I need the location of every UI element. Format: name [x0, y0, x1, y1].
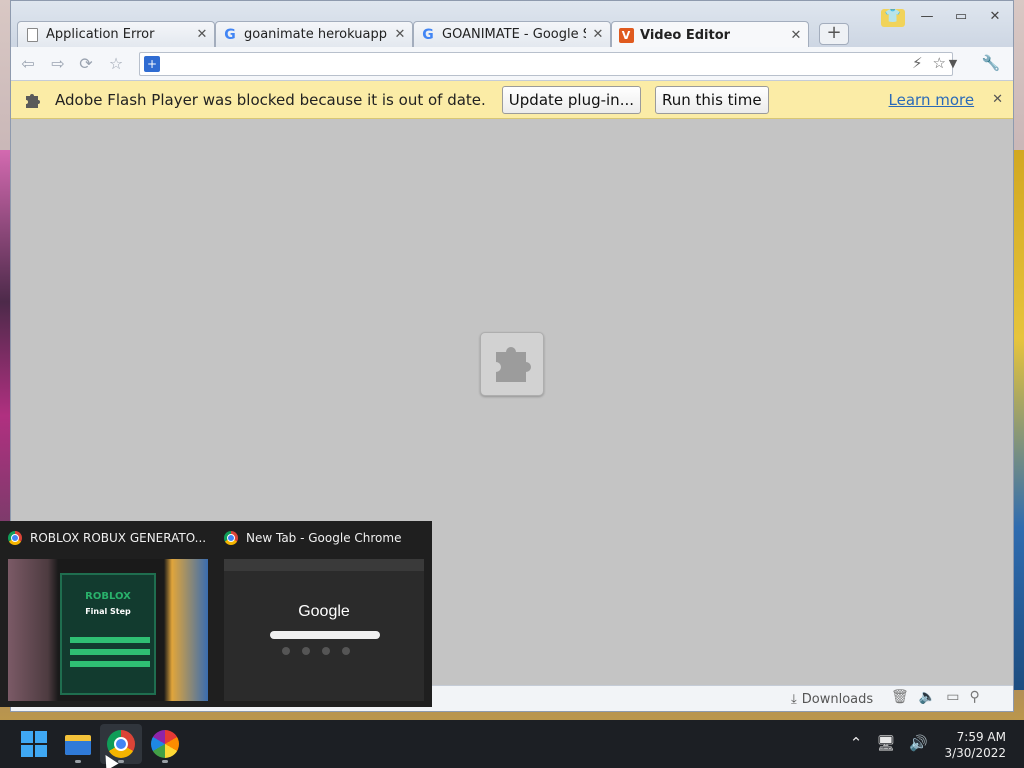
puzzle-piece-icon	[488, 338, 536, 390]
system-tray: ⌃ 🖥 🔊	[850, 734, 928, 752]
tab-title: GOANIMATE - Google Sea	[442, 27, 586, 42]
tab-strip: Application Error ✕ G goanimate herokuap…	[11, 1, 1013, 48]
running-indicator	[162, 760, 168, 763]
tab-title: Video Editor	[640, 27, 731, 43]
network-icon[interactable]: 🖥	[876, 734, 895, 752]
tab-title: Application Error	[46, 27, 155, 42]
navigation-toolbar: ⇦ ⇨ ⟳ ☆ + ⚡ ☆ ▼ 🔧	[11, 47, 1013, 81]
address-bar[interactable]: + ⚡ ☆	[139, 52, 953, 76]
google-icon: G	[422, 26, 434, 43]
minimize-button[interactable]: —	[915, 9, 939, 27]
forward-icon[interactable]: ⇨	[47, 53, 69, 75]
running-indicator	[75, 760, 81, 763]
roblox-logo: ROBLOX	[85, 591, 131, 602]
chrome-icon	[224, 531, 238, 545]
google-logo: Google	[298, 603, 350, 620]
downloads-button[interactable]: ⤓ Downloads	[791, 689, 873, 709]
volume-icon[interactable]: 🔊	[909, 734, 928, 752]
final-step-heading: Final Step	[85, 607, 131, 616]
taskbar-clock[interactable]: 7:59 AM 3/30/2022	[944, 729, 1006, 761]
new-tab-button[interactable]: +	[819, 23, 849, 45]
clock-date: 3/30/2022	[944, 746, 1006, 760]
plugin-blocked-icon[interactable]: ⚡	[912, 54, 923, 72]
tab-close-icon[interactable]: ✕	[196, 27, 208, 42]
speaker-icon[interactable]: 🔈	[919, 689, 936, 705]
page-menu-icon[interactable]: ▼	[943, 53, 963, 75]
roblox-panel: ROBLOX Final Step	[60, 573, 156, 695]
bookmark-star-icon[interactable]: ☆	[105, 53, 127, 75]
taskbar-preview-popup: ROBLOX ROBUX GENERATO... ROBLOX Final St…	[0, 521, 432, 707]
clock-time: 7:59 AM	[956, 730, 1006, 744]
tab-close-icon[interactable]: ✕	[592, 27, 604, 42]
thumb-search-box	[270, 631, 380, 639]
window-controls: 👕 — ▭ ✕	[881, 9, 1007, 27]
windows-start-icon[interactable]	[20, 730, 48, 758]
blocked-plugin-placeholder[interactable]	[480, 332, 544, 396]
preview-title: New Tab - Google Chrome	[246, 531, 402, 545]
green-bar	[70, 661, 150, 667]
taskbar: ⌃ 🖥 🔊 7:59 AM 3/30/2022	[0, 720, 1024, 768]
update-plugin-button[interactable]: Update plug-in...	[501, 85, 641, 114]
download-icon: ⤓	[791, 691, 797, 707]
vyond-icon: V	[618, 27, 634, 43]
omnibox-icons: ⚡ ☆	[912, 54, 946, 72]
tab-title: goanimate herokuapp - G	[244, 27, 388, 42]
tab-goanimate-search[interactable]: G GOANIMATE - Google Sea ✕	[413, 21, 611, 47]
learn-more-link[interactable]: Learn more	[889, 91, 975, 109]
tab-video-editor[interactable]: V Video Editor ✕	[611, 21, 809, 48]
tab-close-icon[interactable]: ✕	[394, 27, 406, 42]
tab-close-icon[interactable]: ✕	[790, 28, 802, 43]
back-icon[interactable]: ⇦	[17, 53, 39, 75]
google-icon: G	[224, 26, 236, 43]
trash-icon[interactable]: 🗑	[891, 689, 909, 705]
wrench-menu-icon[interactable]: 🔧	[977, 54, 1005, 74]
preview-card-new-tab[interactable]: New Tab - Google Chrome Google	[216, 521, 426, 707]
address-input[interactable]	[166, 55, 866, 73]
infobar-close-icon[interactable]: ✕	[992, 92, 1003, 107]
tab-goanimate-herokuapp[interactable]: G goanimate herokuapp - G ✕	[215, 21, 413, 47]
theme-shirt-icon[interactable]: 👕	[881, 9, 905, 27]
restore-button[interactable]: ▭	[949, 9, 973, 27]
site-info-icon[interactable]: +	[144, 56, 160, 72]
preview-thumbnail: Google	[224, 559, 424, 701]
preview-title: ROBLOX ROBUX GENERATO...	[30, 531, 207, 545]
reload-icon[interactable]: ⟳	[75, 53, 97, 75]
zoom-icon[interactable]: ⚲	[969, 689, 979, 705]
status-icons: 🗑 🔈 ▭ ⚲	[891, 689, 980, 705]
puzzle-icon	[23, 90, 43, 110]
infobar-message: Adobe Flash Player was blocked because i…	[55, 90, 486, 109]
chevron-up-icon[interactable]: ⌃	[850, 734, 863, 752]
green-bar	[70, 649, 150, 655]
flash-blocked-infobar: Adobe Flash Player was blocked because i…	[11, 81, 1013, 119]
photos-app-icon[interactable]	[151, 730, 179, 758]
close-window-button[interactable]: ✕	[983, 9, 1007, 27]
chrome-icon	[8, 531, 22, 545]
run-this-time-button[interactable]: Run this time	[655, 85, 769, 114]
downloads-label: Downloads	[801, 691, 874, 707]
tab-application-error[interactable]: Application Error ✕	[17, 21, 215, 47]
display-icon[interactable]: ▭	[946, 689, 959, 705]
preview-thumbnail: ROBLOX Final Step	[8, 559, 208, 701]
thumb-shortcuts	[282, 647, 350, 655]
page-icon	[24, 27, 40, 43]
thumb-toolbar	[224, 559, 424, 571]
preview-card-roblox[interactable]: ROBLOX ROBUX GENERATO... ROBLOX Final St…	[0, 521, 210, 707]
green-bar	[70, 637, 150, 643]
file-explorer-icon[interactable]	[64, 730, 92, 758]
running-indicator	[118, 760, 124, 763]
